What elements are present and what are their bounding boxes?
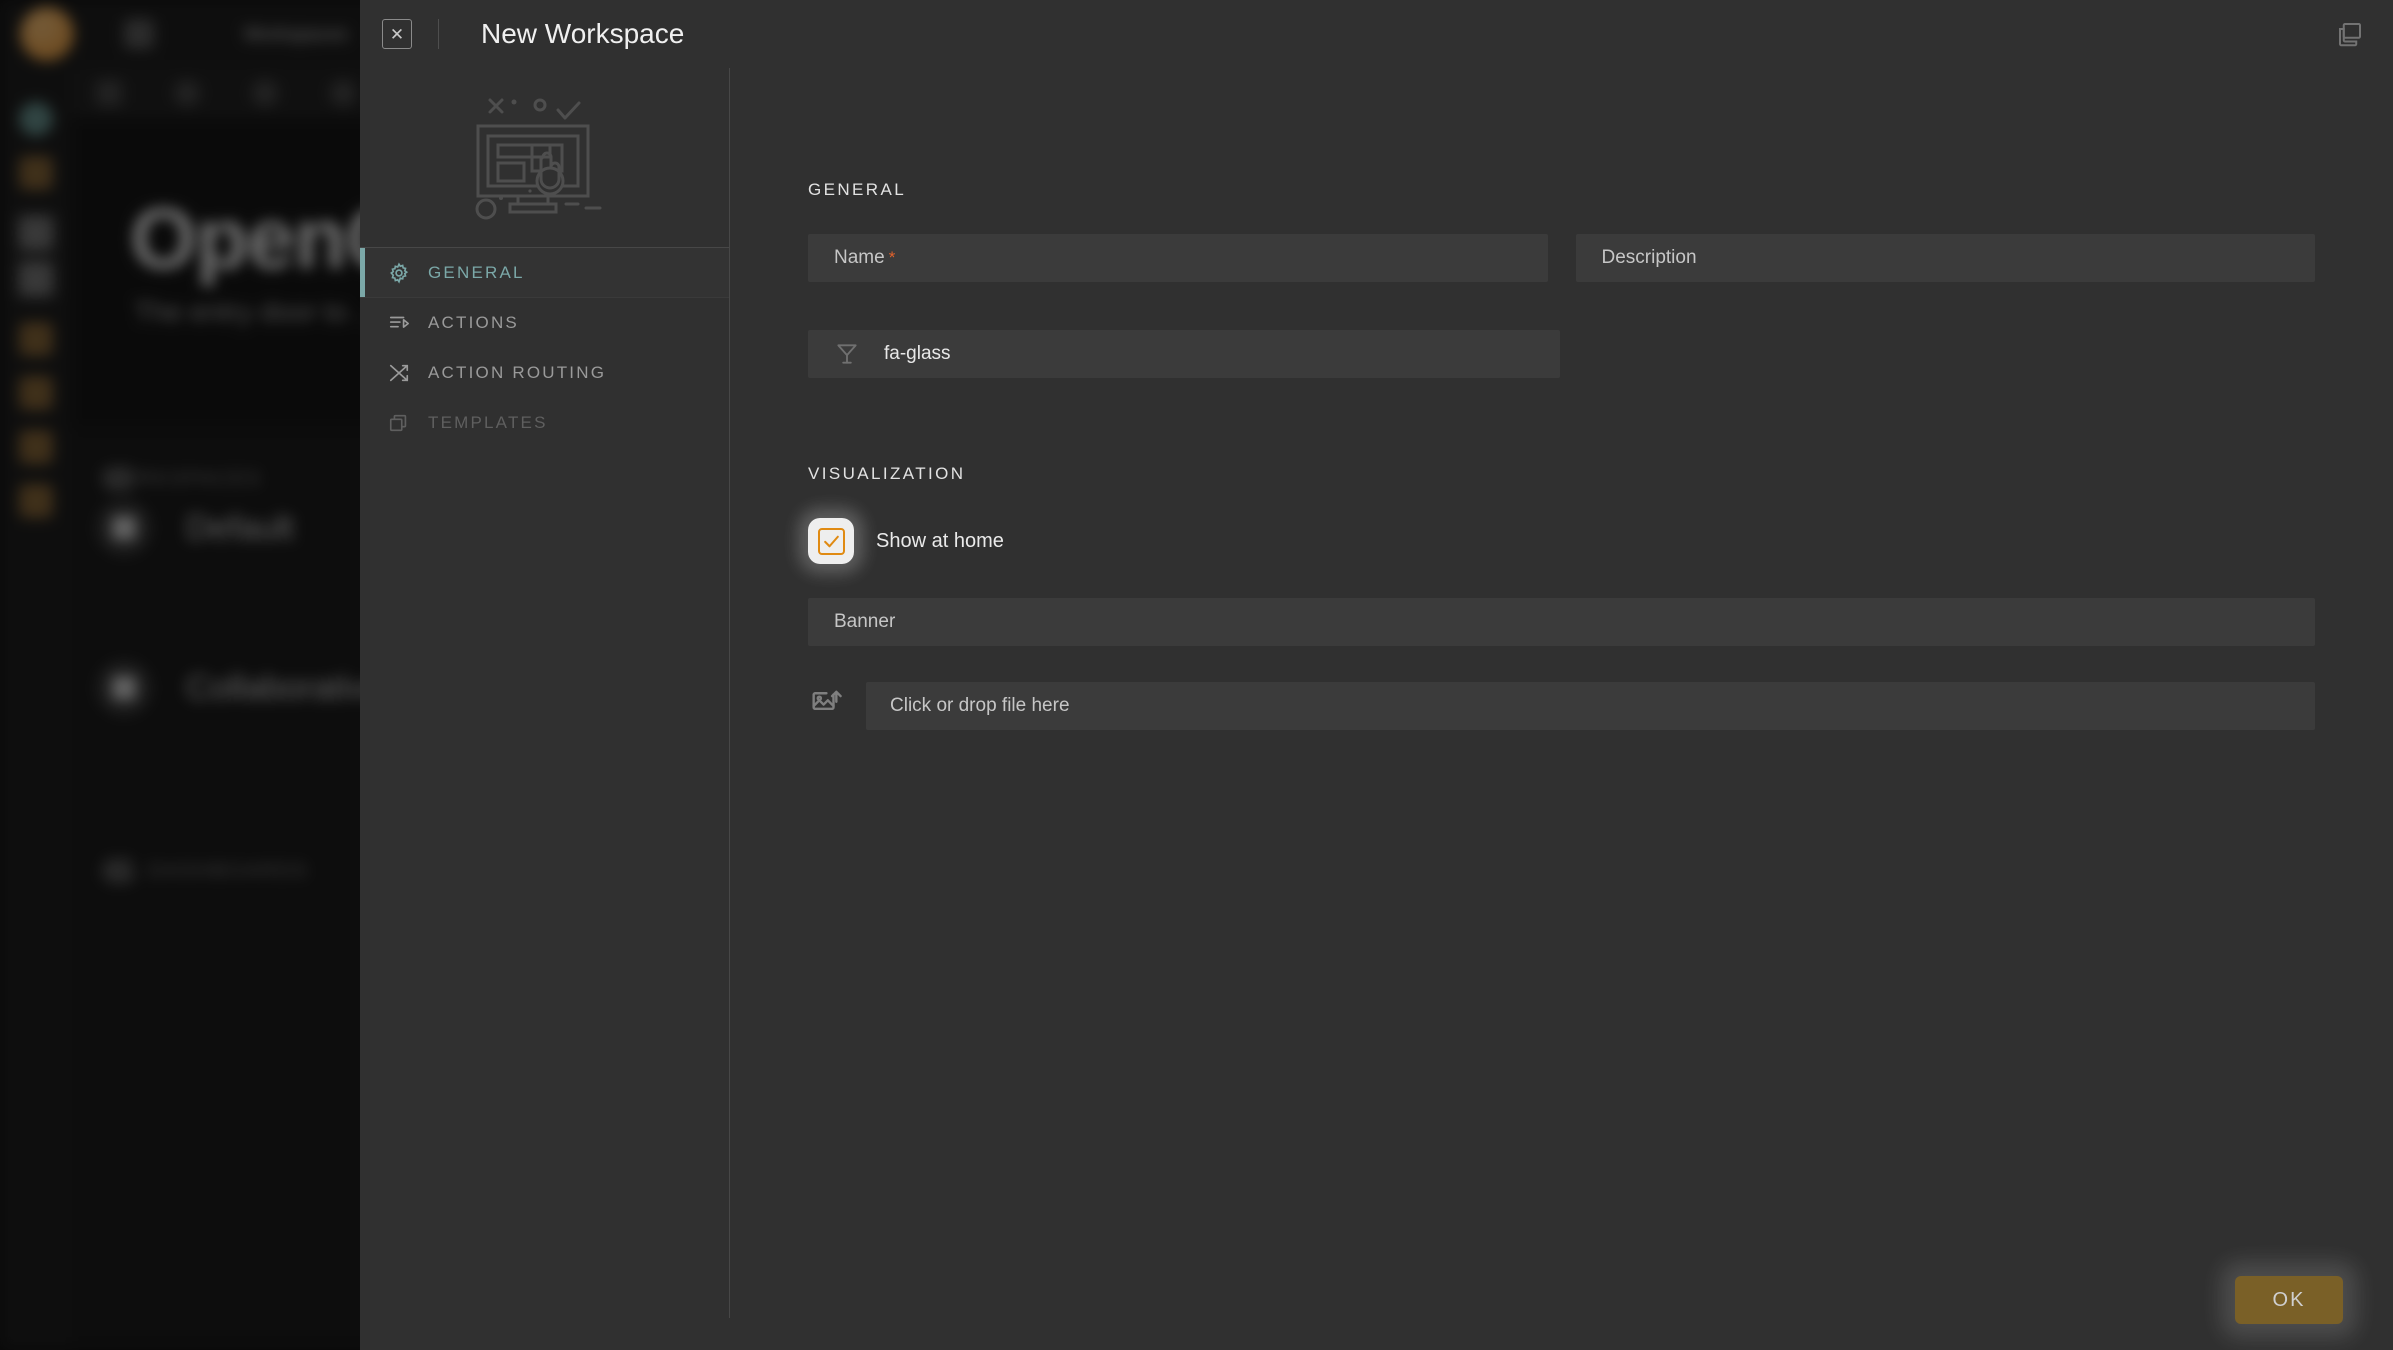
sidebar-item-actions-label: ACTIONS	[428, 313, 519, 332]
gear-icon	[388, 261, 410, 284]
dialog-nav-list: GENERAL ACTIONS ACTION ROUTING TEMPLATES	[360, 248, 730, 448]
sidebar-item-templates-label: TEMPLATES	[428, 413, 548, 432]
martini-glass-icon	[834, 341, 860, 367]
description-input-placeholder: Description	[1601, 247, 1697, 268]
section-title-visualization: VISUALIZATION	[808, 464, 966, 483]
dialog-body: GENERAL ACTIONS ACTION ROUTING TEMPLATES…	[360, 68, 2393, 1318]
sidebar-item-actions[interactable]: ACTIONS	[360, 298, 730, 348]
workspace-illustration	[360, 68, 730, 248]
icon-select-value: fa-glass	[884, 343, 951, 364]
name-input-placeholder: Name	[834, 247, 885, 268]
section-title-general: GENERAL	[808, 180, 907, 199]
sidebar-item-action-routing[interactable]: ACTION ROUTING	[360, 348, 730, 398]
copy-windows-icon[interactable]	[2335, 19, 2365, 49]
layers-stack-icon	[388, 412, 410, 434]
sidebar-item-general[interactable]: GENERAL	[360, 248, 730, 298]
dialog-sidebar: GENERAL ACTIONS ACTION ROUTING TEMPLATES	[360, 68, 730, 1318]
show-at-home-row: Show at home	[808, 518, 2315, 564]
banner-input-placeholder: Banner	[834, 611, 896, 632]
name-required-marker: *	[888, 248, 896, 267]
sidebar-item-general-label: GENERAL	[428, 262, 525, 282]
dialog-content: GENERAL Name * Description fa-glass VISU…	[730, 68, 2393, 1250]
file-drop-zone[interactable]: Click or drop file here	[866, 682, 2315, 730]
icon-select-input[interactable]: fa-glass	[808, 330, 1560, 378]
banner-input[interactable]: Banner	[808, 598, 2315, 646]
shuffle-icon	[388, 362, 410, 384]
new-workspace-dialog: ✕ New Workspace GENERAL ACTIONS ACTION R…	[360, 0, 2393, 1350]
dialog-footer: OK	[360, 1250, 2393, 1350]
show-at-home-label: Show at home	[876, 529, 1004, 552]
list-play-icon	[388, 312, 410, 334]
check-icon	[823, 535, 839, 547]
dialog-title: New Workspace	[481, 18, 685, 49]
general-field-row: Name * Description	[808, 234, 2315, 282]
description-input[interactable]: Description	[1575, 234, 2315, 282]
name-input[interactable]: Name *	[808, 234, 1548, 282]
close-icon[interactable]: ✕	[382, 19, 412, 49]
dialog-header: ✕ New Workspace	[360, 0, 2393, 68]
header-divider	[438, 19, 439, 49]
image-upload-icon	[808, 689, 842, 723]
checkbox-box	[817, 527, 845, 555]
sidebar-item-templates[interactable]: TEMPLATES	[360, 398, 730, 448]
file-drop-row: Click or drop file here	[808, 682, 2315, 730]
show-at-home-checkbox[interactable]	[808, 518, 854, 564]
file-drop-label: Click or drop file here	[890, 695, 1070, 716]
ok-button[interactable]: OK	[2235, 1276, 2343, 1324]
sidebar-item-action-routing-label: ACTION ROUTING	[428, 363, 607, 382]
